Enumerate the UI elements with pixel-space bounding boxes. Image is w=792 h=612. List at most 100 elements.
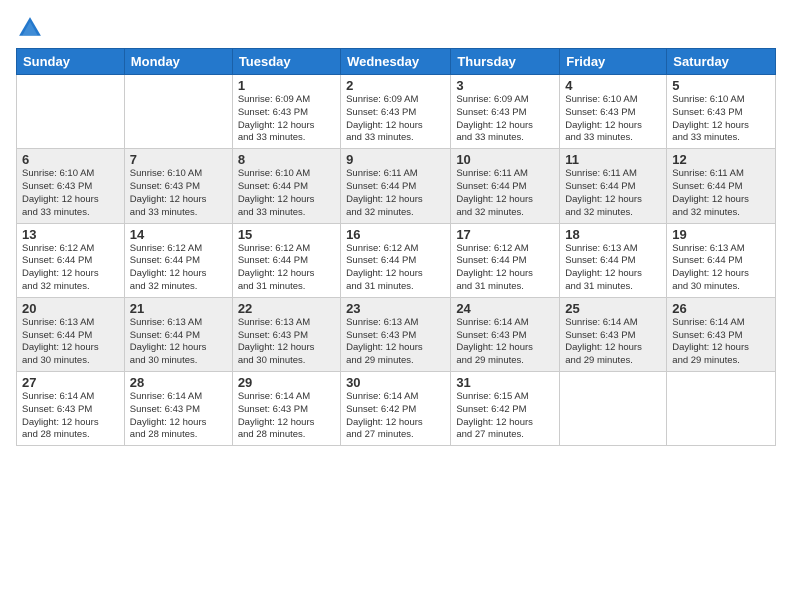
day-info: Sunrise: 6:12 AM Sunset: 6:44 PM Dayligh… [346, 243, 445, 294]
header [16, 10, 776, 42]
logo-icon [16, 14, 44, 42]
calendar-week-row: 6Sunrise: 6:10 AM Sunset: 6:43 PM Daylig… [17, 149, 776, 223]
day-info: Sunrise: 6:12 AM Sunset: 6:44 PM Dayligh… [456, 243, 554, 294]
calendar-cell: 7Sunrise: 6:10 AM Sunset: 6:43 PM Daylig… [124, 149, 232, 223]
calendar-cell: 30Sunrise: 6:14 AM Sunset: 6:42 PM Dayli… [341, 372, 451, 446]
day-number: 18 [565, 227, 661, 242]
calendar-header-thursday: Thursday [451, 49, 560, 75]
calendar-cell [17, 75, 125, 149]
calendar-cell: 27Sunrise: 6:14 AM Sunset: 6:43 PM Dayli… [17, 372, 125, 446]
day-number: 22 [238, 301, 335, 316]
calendar-cell: 18Sunrise: 6:13 AM Sunset: 6:44 PM Dayli… [560, 223, 667, 297]
calendar-cell [124, 75, 232, 149]
calendar-header-saturday: Saturday [667, 49, 776, 75]
day-info: Sunrise: 6:10 AM Sunset: 6:43 PM Dayligh… [130, 168, 227, 219]
day-number: 26 [672, 301, 770, 316]
day-info: Sunrise: 6:13 AM Sunset: 6:44 PM Dayligh… [22, 317, 119, 368]
day-info: Sunrise: 6:11 AM Sunset: 6:44 PM Dayligh… [346, 168, 445, 219]
calendar-cell: 8Sunrise: 6:10 AM Sunset: 6:44 PM Daylig… [232, 149, 340, 223]
day-info: Sunrise: 6:13 AM Sunset: 6:44 PM Dayligh… [672, 243, 770, 294]
calendar-cell: 16Sunrise: 6:12 AM Sunset: 6:44 PM Dayli… [341, 223, 451, 297]
day-info: Sunrise: 6:14 AM Sunset: 6:43 PM Dayligh… [672, 317, 770, 368]
day-number: 1 [238, 78, 335, 93]
calendar-cell: 20Sunrise: 6:13 AM Sunset: 6:44 PM Dayli… [17, 297, 125, 371]
day-info: Sunrise: 6:14 AM Sunset: 6:42 PM Dayligh… [346, 391, 445, 442]
calendar-header-row: SundayMondayTuesdayWednesdayThursdayFrid… [17, 49, 776, 75]
day-info: Sunrise: 6:14 AM Sunset: 6:43 PM Dayligh… [238, 391, 335, 442]
day-number: 4 [565, 78, 661, 93]
day-info: Sunrise: 6:14 AM Sunset: 6:43 PM Dayligh… [456, 317, 554, 368]
calendar-header-sunday: Sunday [17, 49, 125, 75]
calendar-cell: 26Sunrise: 6:14 AM Sunset: 6:43 PM Dayli… [667, 297, 776, 371]
day-number: 12 [672, 152, 770, 167]
calendar-cell: 15Sunrise: 6:12 AM Sunset: 6:44 PM Dayli… [232, 223, 340, 297]
calendar-cell: 14Sunrise: 6:12 AM Sunset: 6:44 PM Dayli… [124, 223, 232, 297]
day-info: Sunrise: 6:09 AM Sunset: 6:43 PM Dayligh… [346, 94, 445, 145]
calendar-cell: 21Sunrise: 6:13 AM Sunset: 6:44 PM Dayli… [124, 297, 232, 371]
day-info: Sunrise: 6:14 AM Sunset: 6:43 PM Dayligh… [565, 317, 661, 368]
day-info: Sunrise: 6:13 AM Sunset: 6:43 PM Dayligh… [346, 317, 445, 368]
day-number: 27 [22, 375, 119, 390]
calendar-cell: 19Sunrise: 6:13 AM Sunset: 6:44 PM Dayli… [667, 223, 776, 297]
calendar-cell: 1Sunrise: 6:09 AM Sunset: 6:43 PM Daylig… [232, 75, 340, 149]
logo [16, 14, 47, 42]
calendar-cell: 9Sunrise: 6:11 AM Sunset: 6:44 PM Daylig… [341, 149, 451, 223]
calendar-week-row: 27Sunrise: 6:14 AM Sunset: 6:43 PM Dayli… [17, 372, 776, 446]
day-number: 17 [456, 227, 554, 242]
calendar-header-tuesday: Tuesday [232, 49, 340, 75]
calendar-cell: 12Sunrise: 6:11 AM Sunset: 6:44 PM Dayli… [667, 149, 776, 223]
calendar-cell: 31Sunrise: 6:15 AM Sunset: 6:42 PM Dayli… [451, 372, 560, 446]
calendar-cell: 3Sunrise: 6:09 AM Sunset: 6:43 PM Daylig… [451, 75, 560, 149]
calendar-cell: 28Sunrise: 6:14 AM Sunset: 6:43 PM Dayli… [124, 372, 232, 446]
calendar-week-row: 1Sunrise: 6:09 AM Sunset: 6:43 PM Daylig… [17, 75, 776, 149]
calendar-cell: 11Sunrise: 6:11 AM Sunset: 6:44 PM Dayli… [560, 149, 667, 223]
day-number: 14 [130, 227, 227, 242]
day-number: 6 [22, 152, 119, 167]
calendar-header-friday: Friday [560, 49, 667, 75]
day-info: Sunrise: 6:11 AM Sunset: 6:44 PM Dayligh… [456, 168, 554, 219]
day-number: 7 [130, 152, 227, 167]
day-number: 5 [672, 78, 770, 93]
day-number: 19 [672, 227, 770, 242]
calendar-cell: 5Sunrise: 6:10 AM Sunset: 6:43 PM Daylig… [667, 75, 776, 149]
calendar-cell [667, 372, 776, 446]
day-info: Sunrise: 6:13 AM Sunset: 6:44 PM Dayligh… [130, 317, 227, 368]
day-info: Sunrise: 6:10 AM Sunset: 6:44 PM Dayligh… [238, 168, 335, 219]
day-number: 11 [565, 152, 661, 167]
calendar-cell: 17Sunrise: 6:12 AM Sunset: 6:44 PM Dayli… [451, 223, 560, 297]
calendar-cell: 2Sunrise: 6:09 AM Sunset: 6:43 PM Daylig… [341, 75, 451, 149]
day-number: 3 [456, 78, 554, 93]
day-number: 13 [22, 227, 119, 242]
day-info: Sunrise: 6:11 AM Sunset: 6:44 PM Dayligh… [672, 168, 770, 219]
calendar-header-wednesday: Wednesday [341, 49, 451, 75]
day-info: Sunrise: 6:12 AM Sunset: 6:44 PM Dayligh… [238, 243, 335, 294]
calendar-cell: 24Sunrise: 6:14 AM Sunset: 6:43 PM Dayli… [451, 297, 560, 371]
day-info: Sunrise: 6:15 AM Sunset: 6:42 PM Dayligh… [456, 391, 554, 442]
day-number: 9 [346, 152, 445, 167]
day-number: 28 [130, 375, 227, 390]
day-number: 23 [346, 301, 445, 316]
day-number: 30 [346, 375, 445, 390]
calendar-cell: 4Sunrise: 6:10 AM Sunset: 6:43 PM Daylig… [560, 75, 667, 149]
day-number: 15 [238, 227, 335, 242]
day-info: Sunrise: 6:13 AM Sunset: 6:44 PM Dayligh… [565, 243, 661, 294]
day-info: Sunrise: 6:10 AM Sunset: 6:43 PM Dayligh… [22, 168, 119, 219]
day-number: 31 [456, 375, 554, 390]
day-info: Sunrise: 6:12 AM Sunset: 6:44 PM Dayligh… [130, 243, 227, 294]
day-number: 10 [456, 152, 554, 167]
day-number: 8 [238, 152, 335, 167]
calendar-cell: 22Sunrise: 6:13 AM Sunset: 6:43 PM Dayli… [232, 297, 340, 371]
day-info: Sunrise: 6:14 AM Sunset: 6:43 PM Dayligh… [22, 391, 119, 442]
calendar-header-monday: Monday [124, 49, 232, 75]
calendar-cell: 29Sunrise: 6:14 AM Sunset: 6:43 PM Dayli… [232, 372, 340, 446]
day-info: Sunrise: 6:12 AM Sunset: 6:44 PM Dayligh… [22, 243, 119, 294]
day-number: 20 [22, 301, 119, 316]
calendar-week-row: 13Sunrise: 6:12 AM Sunset: 6:44 PM Dayli… [17, 223, 776, 297]
day-number: 24 [456, 301, 554, 316]
day-info: Sunrise: 6:10 AM Sunset: 6:43 PM Dayligh… [672, 94, 770, 145]
calendar-cell: 10Sunrise: 6:11 AM Sunset: 6:44 PM Dayli… [451, 149, 560, 223]
day-info: Sunrise: 6:09 AM Sunset: 6:43 PM Dayligh… [238, 94, 335, 145]
day-number: 21 [130, 301, 227, 316]
calendar-cell: 23Sunrise: 6:13 AM Sunset: 6:43 PM Dayli… [341, 297, 451, 371]
day-info: Sunrise: 6:10 AM Sunset: 6:43 PM Dayligh… [565, 94, 661, 145]
